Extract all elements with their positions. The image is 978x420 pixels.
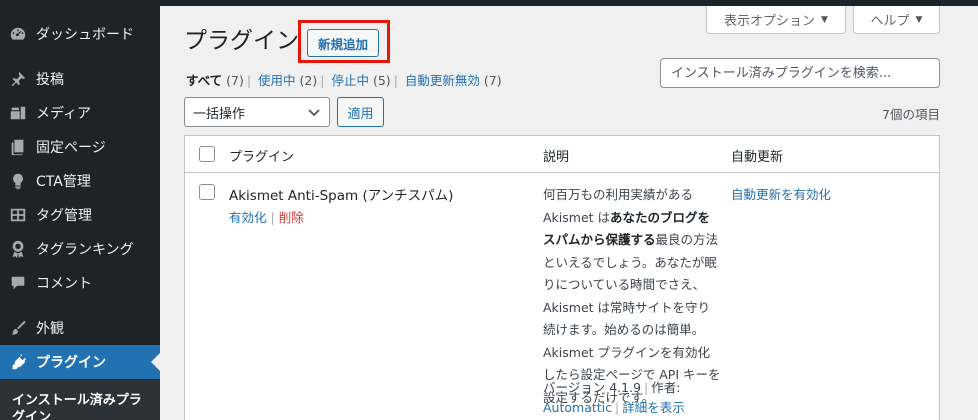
bulk-action-value: 一括操作 bbox=[193, 106, 246, 122]
sidebar-item-label: プラグイン bbox=[36, 355, 106, 371]
caret-down-icon: ▼ bbox=[821, 14, 828, 25]
sidebar-item-cta[interactable]: CTA管理 bbox=[0, 164, 160, 198]
sidebar-item-label: コメント bbox=[36, 276, 92, 292]
filter-active[interactable]: 使用中 bbox=[258, 73, 296, 88]
award-icon bbox=[0, 240, 36, 258]
row-checkbox[interactable] bbox=[199, 184, 215, 200]
sidebar-item-plugins[interactable]: プラグイン bbox=[0, 345, 160, 379]
filter-count: (7) bbox=[226, 73, 244, 88]
plugin-name: Akismet Anti-Spam (アンチスパム) bbox=[229, 188, 454, 204]
screen-options-button[interactable]: 表示オプション ▼ bbox=[706, 6, 846, 34]
filter-count: (7) bbox=[483, 73, 502, 88]
filter-count: (2) bbox=[299, 73, 318, 88]
grid-icon bbox=[0, 206, 36, 224]
dashboard-icon bbox=[0, 25, 36, 43]
add-new-button[interactable]: 新規追加 bbox=[307, 29, 379, 57]
plugin-status-filters: すべて (7) | 使用中 (2) | 停止中 (5) | 自動更新無効 (7) bbox=[186, 73, 502, 88]
author-prefix: 作者: bbox=[651, 380, 681, 395]
page-icon bbox=[0, 138, 36, 156]
plugin-description: 何百万もの利用実績がある Akismet はあなたのブログをスパムから保護する最… bbox=[543, 184, 721, 409]
screen-options-label: 表示オプション bbox=[724, 14, 816, 29]
sidebar-item-pages[interactable]: 固定ページ bbox=[0, 130, 160, 164]
row-actions: 有効化 | 削除 bbox=[229, 210, 304, 225]
delete-link[interactable]: 削除 bbox=[279, 210, 304, 225]
submenu-item-installed-plugins[interactable]: インストール済みプラグイン bbox=[0, 380, 160, 420]
plugins-table: プラグイン 説明 自動更新 Akismet Anti-Spam (アンチスパム)… bbox=[184, 135, 940, 420]
admin-sidebar: ダッシュボード 投稿 メディア 固定ページ CTA管理 タグ管理 タグランキング… bbox=[0, 0, 160, 420]
column-header-plugin[interactable]: プラグイン bbox=[229, 146, 294, 165]
sidebar-item-comments[interactable]: コメント bbox=[0, 266, 160, 300]
bulk-action-select[interactable]: 一括操作 bbox=[184, 97, 330, 127]
plugins-submenu: インストール済みプラグイン bbox=[0, 380, 160, 420]
filter-auto-update-disabled[interactable]: 自動更新無効 bbox=[405, 73, 480, 88]
column-header-description: 説明 bbox=[543, 150, 570, 165]
sidebar-item-label: CTA管理 bbox=[36, 174, 91, 190]
filter-inactive[interactable]: 停止中 bbox=[331, 73, 369, 88]
media-icon bbox=[0, 104, 36, 122]
enable-auto-update-link[interactable]: 自動更新を有効化 bbox=[731, 184, 831, 203]
current-menu-arrow bbox=[151, 353, 160, 371]
sidebar-item-label: ダッシュボード bbox=[36, 27, 134, 43]
sidebar-item-label: タグランキング bbox=[36, 242, 134, 258]
activate-link[interactable]: 有効化 bbox=[229, 210, 267, 225]
plugin-meta: バージョン 4.1.9 | 作者: Automattic | 詳細を表示 bbox=[543, 380, 685, 415]
sidebar-item-label: タグ管理 bbox=[36, 208, 92, 224]
brush-icon bbox=[0, 319, 36, 337]
filter-count: (5) bbox=[372, 73, 391, 88]
column-header-auto-update: 自動更新 bbox=[731, 150, 784, 165]
help-button[interactable]: ヘルプ ▼ bbox=[853, 6, 940, 34]
filter-all[interactable]: すべて bbox=[186, 73, 222, 88]
sidebar-item-tags[interactable]: タグ管理 bbox=[0, 198, 160, 232]
sidebar-item-posts[interactable]: 投稿 bbox=[0, 62, 160, 96]
sidebar-item-label: 投稿 bbox=[36, 72, 64, 88]
help-label: ヘルプ bbox=[870, 14, 910, 29]
plugin-icon bbox=[0, 353, 36, 371]
item-count: 7個の項目 bbox=[882, 107, 940, 122]
view-details-link[interactable]: 詳細を表示 bbox=[622, 400, 685, 415]
caret-down-icon: ▼ bbox=[915, 14, 923, 25]
select-all-checkbox[interactable] bbox=[199, 146, 215, 162]
apply-button[interactable]: 適用 bbox=[337, 97, 384, 127]
author-link[interactable]: Automattic bbox=[543, 400, 612, 415]
page-title: プラグイン bbox=[184, 28, 299, 54]
plugin-version: バージョン 4.1.9 bbox=[543, 380, 642, 395]
chevron-down-icon bbox=[308, 109, 320, 117]
sidebar-item-label: メディア bbox=[36, 106, 92, 122]
sidebar-item-media[interactable]: メディア bbox=[0, 96, 160, 130]
sidebar-item-tag-ranking[interactable]: タグランキング bbox=[0, 232, 160, 266]
sidebar-item-label: 外観 bbox=[36, 321, 64, 337]
sidebar-item-appearance[interactable]: 外観 bbox=[0, 311, 160, 345]
pin-icon bbox=[0, 70, 36, 88]
comment-icon bbox=[0, 274, 36, 292]
plugin-search-input[interactable] bbox=[660, 58, 940, 88]
sidebar-item-dashboard[interactable]: ダッシュボード bbox=[0, 17, 160, 51]
lightbulb-icon bbox=[0, 172, 36, 190]
sidebar-item-label: 固定ページ bbox=[36, 140, 106, 156]
table-header: プラグイン 説明 自動更新 bbox=[185, 136, 939, 173]
table-row: Akismet Anti-Spam (アンチスパム) 有効化 | 削除 何百万もの利… bbox=[185, 174, 939, 420]
